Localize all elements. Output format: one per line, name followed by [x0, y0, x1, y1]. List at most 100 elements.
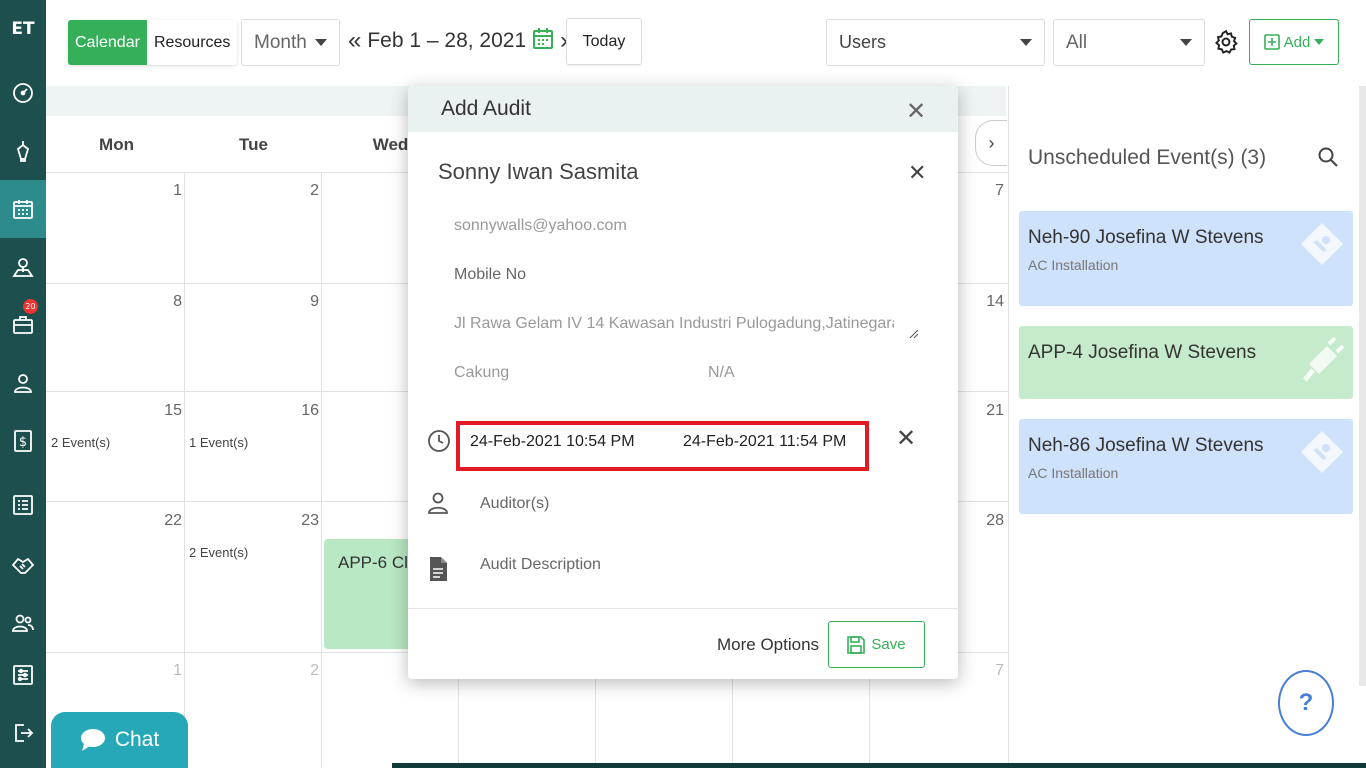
chevron-right-icon[interactable]: › — [975, 120, 1007, 166]
resources-tab[interactable]: Resources — [146, 20, 238, 65]
day-cell-number[interactable]: 15 — [142, 402, 182, 420]
day-header-mon: Mon — [99, 135, 134, 154]
calendar-icon[interactable] — [0, 180, 46, 238]
chat-bubble-icon — [80, 729, 105, 751]
map-pin-icon[interactable] — [0, 238, 46, 296]
date-range-nav: « Feb 1 – 28, 2021 » — [348, 26, 574, 56]
start-datetime-field[interactable]: 24-Feb-2021 10:54 PM — [470, 433, 635, 451]
day-cell-number[interactable]: 7 — [964, 182, 1004, 200]
card-subtitle: AC Installation — [1028, 465, 1119, 481]
clock-icon — [428, 430, 450, 452]
add-audit-modal: Add Audit ✕ Sonny Iwan Sasmita ✕ sonnywa… — [408, 86, 958, 679]
filter-select[interactable]: All — [1053, 19, 1205, 66]
day-cell-number[interactable]: 14 — [964, 293, 1004, 311]
clear-datetime-icon[interactable]: ✕ — [896, 424, 916, 453]
save-button[interactable]: Save — [828, 621, 925, 668]
day-cell-number[interactable]: 1 — [142, 182, 182, 200]
sidebar: ET 20 $ — [0, 0, 46, 768]
plus-square-icon — [1263, 34, 1280, 50]
customer-name: Sonny Iwan Sasmita — [438, 159, 639, 184]
briefcase-icon[interactable]: 20 — [0, 296, 46, 354]
chevron-down-icon — [1020, 39, 1032, 46]
day-cell-number[interactable]: 1 — [142, 662, 182, 680]
day-cell-number[interactable]: 7 — [964, 662, 1004, 680]
modal-header: Add Audit ✕ — [408, 86, 958, 132]
calendar-tab[interactable]: Calendar — [68, 20, 147, 65]
dashboard-icon[interactable] — [0, 64, 46, 122]
view-toggle: Calendar Resources — [68, 20, 238, 65]
user-icon[interactable] — [0, 354, 46, 412]
chevron-down-icon — [1314, 39, 1325, 45]
card-title: APP-4 Josefina W Stevens — [1028, 342, 1257, 363]
event-count-link[interactable]: 2 Event(s) — [51, 435, 110, 450]
event-count-link[interactable]: 2 Event(s) — [189, 545, 248, 560]
logout-icon[interactable] — [0, 704, 46, 762]
gear-icon[interactable] — [1213, 29, 1239, 60]
day-cell-number[interactable]: 21 — [964, 402, 1004, 420]
settings-sliders-icon[interactable] — [0, 646, 46, 704]
event-count-link[interactable]: 1 Event(s) — [189, 435, 248, 450]
email-field[interactable]: sonnywalls@yahoo.com — [454, 217, 627, 235]
unscheduled-card[interactable]: Neh-86 Josefina W Stevens AC Installatio… — [1019, 419, 1353, 514]
svg-text:$: $ — [19, 435, 27, 450]
state-field[interactable]: N/A — [708, 364, 735, 382]
top-toolbar: Calendar Resources Month « Feb 1 – 28, 2… — [46, 0, 1366, 86]
clear-customer-icon[interactable]: ✕ — [908, 160, 926, 186]
modal-footer-divider — [408, 608, 958, 609]
pen-tool-icon[interactable] — [0, 122, 46, 180]
search-icon[interactable] — [1317, 146, 1339, 173]
modal-title: Add Audit — [441, 97, 531, 120]
view-select[interactable]: Month — [241, 19, 340, 66]
day-cell-number[interactable]: 23 — [279, 512, 319, 530]
floppy-disk-icon — [847, 635, 866, 654]
save-button-label: Save — [871, 636, 906, 653]
day-cell-number[interactable]: 16 — [279, 402, 319, 420]
more-options-button[interactable]: More Options — [717, 635, 819, 655]
dollar-icon[interactable]: $ — [0, 412, 46, 470]
day-cell-number[interactable]: 22 — [142, 512, 182, 530]
add-button[interactable]: Add — [1249, 19, 1339, 65]
handshake-icon[interactable] — [0, 536, 46, 594]
tag-icon — [1301, 431, 1343, 473]
prev-range-button[interactable]: « — [348, 27, 361, 55]
grid-line — [184, 172, 185, 768]
grid-line — [321, 172, 322, 768]
filter-select-value: All — [1066, 31, 1088, 53]
users-icon[interactable] — [0, 594, 46, 652]
card-title: Neh-86 Josefina W Stevens — [1028, 435, 1264, 456]
audit-description-field[interactable]: Audit Description — [480, 556, 601, 574]
chat-button[interactable]: Chat — [51, 712, 188, 768]
users-select-value: Users — [839, 32, 887, 52]
resize-handle-icon[interactable] — [908, 328, 918, 338]
end-datetime-field[interactable]: 24-Feb-2021 11:54 PM — [683, 433, 846, 451]
panel-scrollbar[interactable] — [1359, 86, 1366, 686]
unscheduled-card[interactable]: Neh-90 Josefina W Stevens AC Installatio… — [1019, 211, 1353, 306]
chat-label: Chat — [114, 728, 160, 751]
card-title: Neh-90 Josefina W Stevens — [1028, 227, 1264, 248]
chevron-down-icon — [315, 39, 327, 46]
unscheduled-card[interactable]: APP-4 Josefina W Stevens — [1019, 326, 1353, 399]
tag-icon — [1301, 223, 1343, 265]
today-button[interactable]: Today — [566, 18, 642, 65]
day-cell-number[interactable]: 9 — [279, 293, 319, 311]
day-cell-number[interactable]: 28 — [964, 512, 1004, 530]
unscheduled-title: Unscheduled Event(s) (3) — [1028, 146, 1267, 169]
mobile-field[interactable]: Mobile No — [454, 266, 526, 284]
chevron-down-icon — [1180, 39, 1192, 46]
add-button-label: Add — [1283, 33, 1311, 51]
users-select[interactable]: Users — [826, 19, 1045, 66]
close-icon[interactable]: ✕ — [906, 97, 926, 126]
date-picker-icon[interactable] — [532, 26, 554, 56]
date-range-label: Feb 1 – 28, 2021 — [367, 29, 527, 52]
day-cell-number[interactable]: 8 — [142, 293, 182, 311]
day-cell-number[interactable]: 2 — [279, 662, 319, 680]
unscheduled-panel: Unscheduled Event(s) (3) Neh-90 Josefina… — [1008, 86, 1366, 768]
address-field[interactable]: Jl Rawa Gelam IV 14 Kawasan Industri Pul… — [454, 315, 894, 333]
city-field[interactable]: Cakung — [454, 364, 509, 382]
document-icon — [430, 557, 447, 581]
day-cell-number[interactable]: 2 — [279, 182, 319, 200]
day-header-tue: Tue — [239, 135, 268, 154]
help-button[interactable]: ? — [1278, 670, 1334, 736]
list-icon[interactable] — [0, 476, 46, 534]
auditors-field[interactable]: Auditor(s) — [480, 495, 549, 513]
